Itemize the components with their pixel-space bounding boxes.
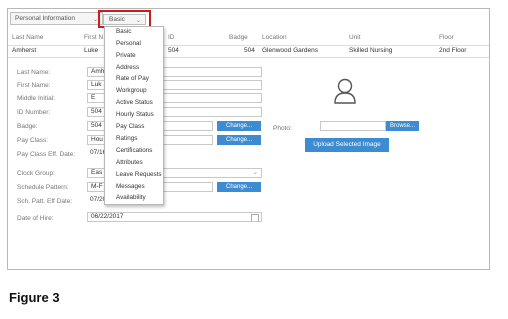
col-id[interactable]: ID (168, 34, 175, 41)
col-first-name[interactable]: First N (84, 34, 103, 41)
menu-item-leave-requests[interactable]: Leave Requests (116, 171, 162, 178)
table-row[interactable]: Amherst Luke 504 504 Glenwood Gardens Sk… (8, 45, 489, 58)
upload-image-button[interactable]: Upload Selected Image (305, 138, 389, 152)
photo-label: Photo: (273, 125, 292, 132)
table-header: Last Name First N ID Badge Location Unit… (8, 32, 489, 46)
menu-item-hourly-status[interactable]: Hourly Status (116, 111, 154, 118)
middle-initial-label: Middle Initial: (17, 95, 55, 102)
person-avatar-icon (334, 78, 356, 104)
date-of-hire-value: 06/22/2017 (91, 213, 124, 220)
view-select-label: Personal Information (15, 15, 75, 22)
schedule-change-button[interactable]: Change... (217, 182, 261, 192)
id-number-label: ID Number: (17, 109, 51, 116)
menu-item-messages[interactable]: Messages (116, 183, 145, 190)
photo-file-field[interactable] (320, 121, 386, 131)
badge-label: Badge: (17, 123, 38, 130)
browse-button[interactable]: Browse... (386, 121, 419, 131)
cell-location: Glenwood Gardens (262, 47, 319, 54)
menu-item-attributes[interactable]: Attributes (116, 159, 143, 166)
menu-item-private[interactable]: Private (116, 52, 136, 59)
menu-item-active-status[interactable]: Active Status (116, 99, 153, 106)
clock-group-value: Eas (91, 169, 103, 176)
sch-patt-eff-date-label: Sch. Patt. Eff Date: (17, 198, 73, 205)
cell-floor: 2nd Floor (439, 47, 467, 54)
date-of-hire-label: Date of Hire: (17, 215, 54, 222)
menu-item-availability[interactable]: Availability (116, 194, 146, 201)
pay-class-label: Pay Class: (17, 137, 49, 144)
cell-id: 504 (168, 47, 179, 54)
menu-item-workgroup[interactable]: Workgroup (116, 87, 147, 94)
col-floor[interactable]: Floor (439, 34, 454, 41)
cell-badge: 504 (244, 47, 255, 54)
col-last-name[interactable]: Last Name (12, 34, 43, 41)
basic-dropdown-menu: Basic Personal Private Address Rate of P… (104, 26, 164, 205)
cell-first-name: Luke (84, 47, 99, 54)
badge-change-button[interactable]: Change... (217, 121, 261, 131)
schedule-pattern-label: Schedule Pattern: (17, 184, 69, 191)
col-badge[interactable]: Badge (229, 34, 248, 41)
chevron-down-icon: ⌄ (135, 18, 141, 24)
col-location[interactable]: Location (262, 34, 287, 41)
basic-select-label: Basic (109, 16, 125, 23)
menu-item-rate-of-pay[interactable]: Rate of Pay (116, 75, 149, 82)
cell-last-name: Amherst (12, 47, 37, 54)
first-name-label: First Name: (17, 82, 51, 89)
view-select[interactable]: Personal Information ⌄ (10, 12, 103, 25)
date-of-hire-field[interactable]: 06/22/2017 (87, 212, 262, 222)
pay-class-eff-date-label: Pay Class Eff. Date: (17, 151, 76, 158)
pay-class-change-button[interactable]: Change... (217, 135, 261, 145)
last-name-label: Last Name: (17, 69, 51, 76)
col-unit[interactable]: Unit (349, 34, 361, 41)
menu-item-pay-class[interactable]: Pay Class (116, 123, 144, 130)
chevron-down-icon: ⌄ (252, 169, 258, 176)
calendar-icon[interactable] (251, 214, 259, 221)
menu-item-basic[interactable]: Basic (116, 28, 131, 35)
cell-unit: Skilled Nursing (349, 47, 393, 54)
basic-select[interactable]: Basic ⌄ (103, 14, 146, 25)
app-frame: Personal Information ⌄ Basic ⌄ Last Name… (7, 8, 490, 270)
menu-item-certifications[interactable]: Certifications (116, 147, 152, 154)
menu-item-address[interactable]: Address (116, 64, 139, 71)
clock-group-label: Clock Group: (17, 170, 55, 177)
menu-item-ratings[interactable]: Ratings (116, 135, 137, 142)
figure-caption: Figure 3 (9, 290, 60, 305)
menu-item-personal[interactable]: Personal (116, 40, 141, 47)
